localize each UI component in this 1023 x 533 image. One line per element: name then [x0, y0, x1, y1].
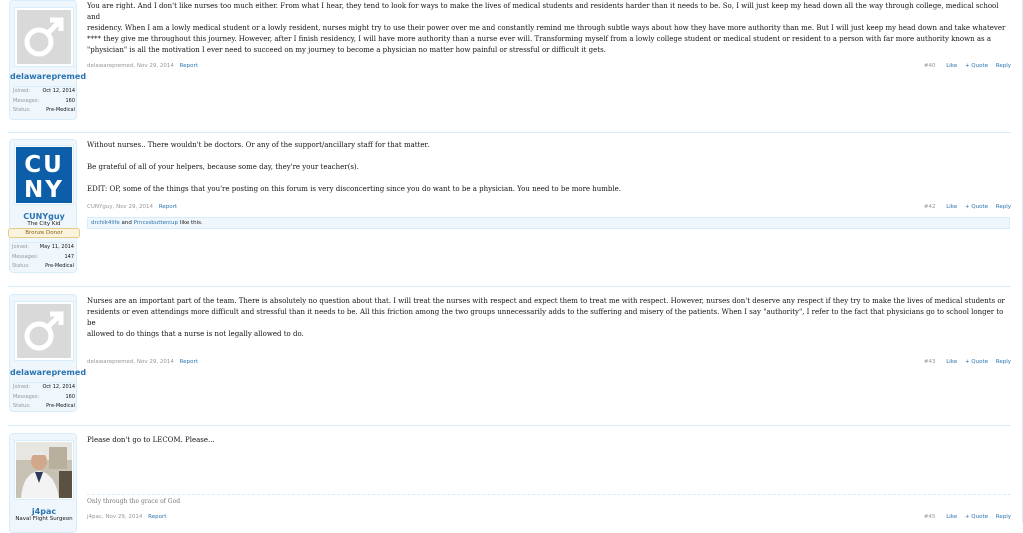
reply-link[interactable]: Reply	[996, 359, 1011, 365]
user-stats: Joined: Oct 12, 2014 Messages: 160 Status:…	[13, 86, 75, 116]
quote-link[interactable]: + Quote	[965, 514, 988, 520]
user-title: Naval Flight Surgeon	[15, 516, 73, 522]
avatar[interactable]	[14, 440, 74, 500]
status-value: Pre-Medical	[46, 403, 75, 409]
reply-link[interactable]: Reply	[996, 63, 1011, 69]
joined-value: Oct 12, 2014	[42, 88, 76, 94]
message-paragraph: Be grateful of all of your helpers, beca…	[87, 163, 359, 171]
username-link[interactable]: delawarepremed	[10, 368, 86, 377]
joined-value: Oct 12, 2014	[42, 384, 76, 390]
message-meta: delawarepremed, Nov 29, 2014 Report #43 …	[87, 359, 1011, 365]
message-line: You are right. And I don't like nurses t…	[87, 2, 999, 21]
likes-suffix: like this.	[178, 220, 203, 226]
user-photo-avatar	[16, 442, 72, 498]
post-number-link[interactable]: #43	[924, 359, 936, 365]
report-link[interactable]: Report	[180, 359, 198, 365]
message-paragraph: EDIT: OP, some of the things that you're…	[87, 185, 622, 193]
message-line: Nurses are an important part of the team…	[87, 297, 1005, 305]
avatar[interactable]	[14, 301, 74, 361]
status-label: Status:	[12, 263, 30, 269]
avatar[interactable]	[14, 7, 74, 67]
user-stats: Joined: Oct 12, 2014 Messages: 160 Status:…	[13, 382, 75, 412]
messages-value: 160	[65, 97, 75, 104]
post-author[interactable]: delawarepremed	[87, 63, 133, 69]
signature-divider	[87, 494, 1011, 495]
post-number-link[interactable]: #40	[924, 63, 936, 69]
svg-text:CU: CU	[24, 152, 64, 178]
message-line: residency. When I am a lowly medical stu…	[87, 24, 1006, 32]
report-link[interactable]: Report	[148, 514, 166, 520]
username-link[interactable]: CUNYguy	[10, 212, 78, 221]
message-line: "physician" is all the motivation I ever…	[87, 46, 606, 54]
like-link[interactable]: Like	[946, 204, 957, 210]
status-value: Pre-Medical	[46, 107, 75, 113]
message-body: Please don't go to LECOM. Please...	[87, 435, 1012, 446]
reply-link[interactable]: Reply	[996, 204, 1011, 210]
username-link[interactable]: delawarepremed	[10, 72, 86, 81]
likes-and: and	[119, 220, 134, 226]
liker-link[interactable]: drchik4life	[91, 220, 120, 226]
report-link[interactable]: Report	[180, 63, 198, 69]
user-info-panel: delawarepremed Joined: Oct 12, 2014 Messa…	[9, 294, 86, 412]
message-meta: j4pac, Nov 29, 2014 Report #45 Like + Qu…	[87, 514, 1011, 520]
like-link[interactable]: Like	[946, 514, 957, 520]
avatar[interactable]: CU NY	[14, 145, 74, 205]
quote-link[interactable]: + Quote	[965, 63, 988, 69]
post-author[interactable]: delawarepremed	[87, 359, 133, 365]
post-author[interactable]: CUNYguy	[87, 204, 113, 210]
status-value: Pre-Medical	[45, 263, 74, 269]
post-separator	[8, 286, 1011, 287]
message-meta: CUNYguy, Nov 29, 2014 Report #42 Like + …	[87, 204, 1011, 210]
post-date[interactable]: Nov 29, 2014	[137, 63, 174, 69]
message-body: Without nurses.. There wouldn't be docto…	[87, 140, 1012, 195]
like-link[interactable]: Like	[946, 63, 957, 69]
messages-value: 160	[65, 393, 75, 400]
like-link[interactable]: Like	[946, 359, 957, 365]
message-line: allowed to do things that a nurse is not…	[87, 330, 304, 338]
post-author[interactable]: j4pac	[87, 514, 102, 520]
signature: Only through the grace of God	[87, 498, 181, 505]
messages-label: Messages:	[13, 97, 40, 104]
status-label: Status:	[13, 107, 31, 113]
user-stats: Joined: May 11, 2014 Messages: 147 Status:…	[12, 242, 74, 272]
male-default-avatar-icon	[17, 10, 71, 64]
svg-text:NY: NY	[24, 177, 64, 203]
message-line: residents or even attendings more diffic…	[87, 308, 1004, 327]
message-paragraph: Without nurses.. There wouldn't be docto…	[87, 141, 430, 149]
user-info-panel: delawarepremed Joined: Oct 12, 2014 Messa…	[9, 0, 86, 120]
user-title: The City Kid	[27, 221, 61, 227]
donor-badge: Bronze Donor	[8, 228, 80, 238]
message-meta: delawarepremed, Nov 29, 2014 Report #40 …	[87, 63, 1011, 69]
post-number-link[interactable]: #42	[924, 204, 936, 210]
reply-link[interactable]: Reply	[996, 514, 1011, 520]
username-link[interactable]: j4pac	[10, 507, 78, 516]
message-line: Please don't go to LECOM. Please...	[87, 436, 215, 444]
joined-label: Joined:	[13, 384, 31, 390]
liker-link[interactable]: Prncssbuttercup	[134, 220, 178, 226]
post-number-link[interactable]: #45	[924, 514, 936, 520]
post-date[interactable]: Nov 29, 2014	[116, 204, 153, 210]
messages-label: Messages:	[13, 393, 40, 400]
messages-label: Messages:	[12, 253, 39, 260]
report-link[interactable]: Report	[159, 204, 177, 210]
message-body: Nurses are an important part of the team…	[87, 296, 1012, 340]
user-info-panel: j4pac Naval Flight Surgeon	[9, 433, 77, 533]
joined-label: Joined:	[12, 244, 30, 250]
post-date[interactable]: Nov 29, 2014	[105, 514, 142, 520]
message-line: **** they give me throughout this journe…	[87, 35, 992, 43]
male-default-avatar-icon	[17, 304, 71, 358]
post-separator	[8, 132, 1011, 133]
status-label: Status:	[13, 403, 31, 409]
quote-link[interactable]: + Quote	[965, 204, 988, 210]
quote-link[interactable]: + Quote	[965, 359, 988, 365]
likes-summary: drchik4life and Prncssbuttercup like thi…	[87, 217, 1010, 229]
post-separator	[8, 425, 1011, 426]
post-date[interactable]: Nov 29, 2014	[137, 359, 174, 365]
cuny-logo-avatar: CU NY	[16, 147, 72, 203]
joined-value: May 11, 2014	[39, 244, 74, 250]
joined-label: Joined:	[13, 88, 31, 94]
messages-value: 147	[64, 253, 74, 260]
message-body: You are right. And I don't like nurses t…	[87, 1, 1012, 56]
